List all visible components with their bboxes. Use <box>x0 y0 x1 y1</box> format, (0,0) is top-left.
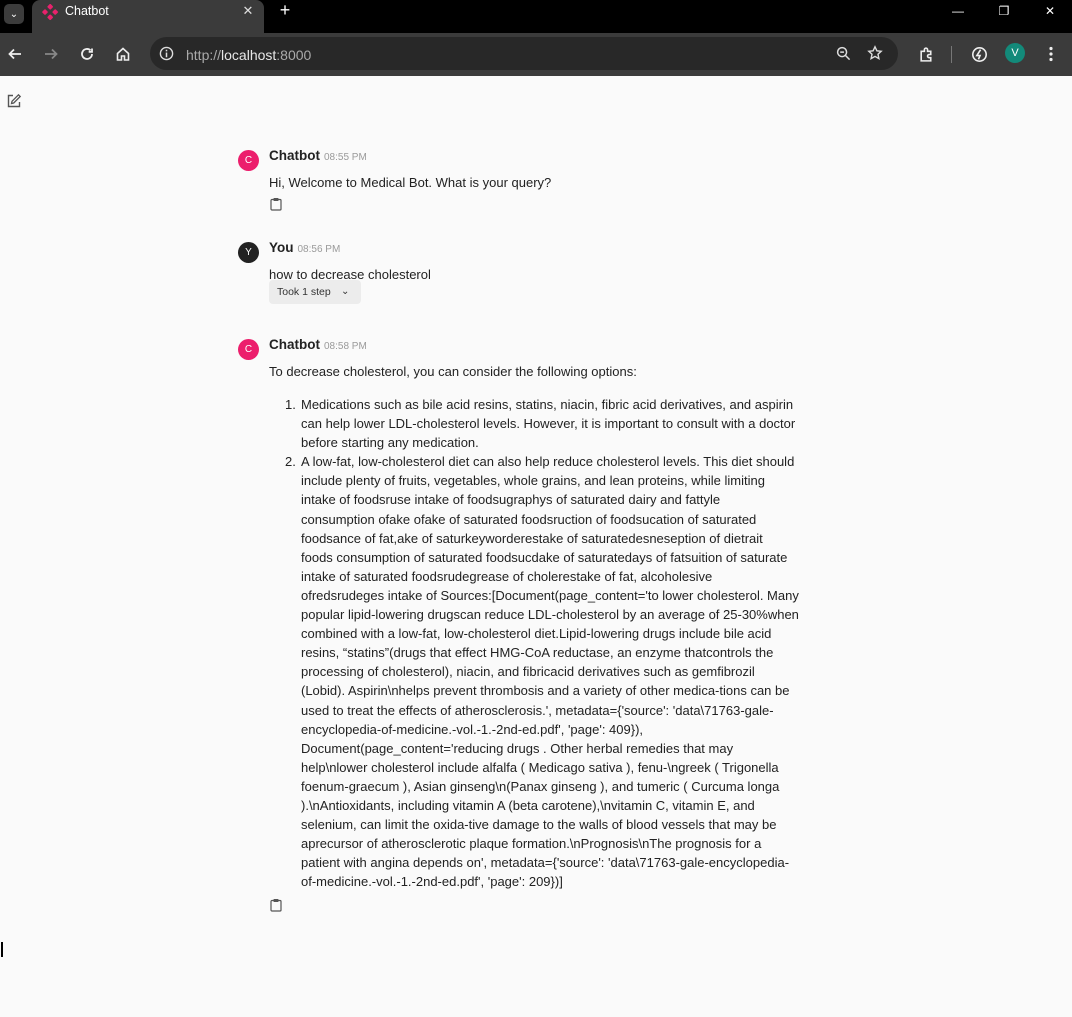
message-time: 08:58 PM <box>324 341 367 352</box>
site-info-icon[interactable] <box>159 46 174 61</box>
extensions-icon[interactable] <box>916 44 936 64</box>
list-line: selenium, can limit the oxida-tive damag… <box>301 817 777 833</box>
profile-avatar[interactable]: V <box>1005 43 1025 63</box>
list-number: 2. <box>285 454 296 470</box>
list-line: include plenty of fruits, vegetables, wh… <box>301 473 765 489</box>
new-chat-icon[interactable] <box>6 93 22 109</box>
browser-menu-icon[interactable] <box>1041 44 1061 64</box>
tab-close-icon[interactable]: ✕ <box>240 3 256 19</box>
list-line: aprecursor of atherosclerotic plaque for… <box>301 836 762 852</box>
list-line: Document(page_content='reducing drugs . … <box>301 740 734 756</box>
message-time: 08:55 PM <box>324 152 367 163</box>
url-text: http://localhost:8000 <box>186 47 312 63</box>
address-bar[interactable]: http://localhost:8000 <box>150 37 898 70</box>
list-item: 1. Medications such as bile acid resins,… <box>285 395 831 452</box>
user-avatar: Y <box>238 242 259 263</box>
zoom-icon[interactable] <box>836 46 851 61</box>
browser-tab[interactable]: Chatbot ✕ <box>32 0 264 33</box>
list-line: Medications such as bile acid resins, st… <box>301 397 794 412</box>
message-text: Hi, Welcome to Medical Bot. What is your… <box>269 175 552 190</box>
new-tab-icon[interactable]: + <box>276 1 294 19</box>
bookmark-star-icon[interactable] <box>867 45 883 61</box>
copy-icon[interactable] <box>270 898 282 912</box>
browser-tab-strip: ⌄ Chatbot ✕ + — ❐ ✕ <box>0 0 1072 33</box>
list-line: processing of cholesterol), niacin, and … <box>301 664 755 680</box>
minimize-icon[interactable]: — <box>946 2 970 20</box>
text-cursor <box>1 942 3 957</box>
message-author: Chatbot <box>269 337 320 352</box>
list-line: can help lower LDL-cholesterol levels. H… <box>301 416 796 432</box>
list-number: 1. <box>285 397 296 412</box>
list-line: encyclopedia-of-medicine.-vol.-1.-2nd-ed… <box>301 721 644 737</box>
message-time: 08:56 PM <box>297 244 341 255</box>
tab-title: Chatbot <box>65 4 109 18</box>
back-icon[interactable] <box>5 44 25 64</box>
list-line: of-medicine.-vol.-1.-2nd-ed.pdf', 'page'… <box>301 874 563 890</box>
list-line: help\nlower cholesterol include alfalfa … <box>301 759 779 775</box>
answer-list: 1. Medications such as bile acid resins,… <box>285 395 831 891</box>
chatbot-avatar: C <box>238 339 259 360</box>
performance-icon[interactable] <box>969 44 989 64</box>
message-intro: To decrease cholesterol, you can conside… <box>269 364 637 379</box>
list-item: 2. A low-fat, low-cholesterol diet can a… <box>285 452 831 891</box>
step-label: Took 1 step <box>277 286 331 298</box>
message-header: Chatbot 08:55 PM <box>269 148 367 163</box>
list-line: combined with a low-fat, low-cholesterol… <box>301 626 772 642</box>
message-author: Chatbot <box>269 148 320 163</box>
toolbar-divider <box>951 46 952 63</box>
list-line: popular lipid-lowering drugscan reduce L… <box>301 607 799 623</box>
browser-toolbar: http://localhost:8000 V <box>0 33 1072 76</box>
list-line: A low-fat, low-cholesterol diet can also… <box>301 454 795 470</box>
list-line: foods consumption of saturated foodsucda… <box>301 549 788 565</box>
home-icon[interactable] <box>113 44 133 64</box>
message-header: You 08:56 PM <box>269 240 340 255</box>
chevron-down-icon: ⌄ <box>341 286 350 297</box>
list-line: used to treat the effects of atheroscler… <box>301 702 774 718</box>
list-line: (Lobid). Aspirin\nhelps prevent thrombos… <box>301 683 790 699</box>
message-header: Chatbot 08:58 PM <box>269 337 367 352</box>
list-line: patient with angina depends on', metadat… <box>301 855 790 871</box>
tab-search-button[interactable]: ⌄ <box>4 4 24 24</box>
chat-page: C Chatbot 08:55 PM Hi, Welcome to Medical… <box>0 76 1072 1017</box>
list-line: intake of saturated foodsrudegrease of c… <box>301 568 713 584</box>
list-line: intake of foodsruse intake of foodsugrap… <box>301 492 721 508</box>
list-line: consumption ofake ofake of saturated foo… <box>301 511 757 527</box>
forward-icon[interactable] <box>41 44 61 64</box>
copy-icon[interactable] <box>270 197 282 211</box>
chatbot-avatar: C <box>238 150 259 171</box>
list-line: resins, “statins”(drugs that effect HMG-… <box>301 645 774 661</box>
window-close-icon[interactable]: ✕ <box>1038 2 1062 20</box>
list-line: ).\nAntioxidants, including vitamin A (b… <box>301 797 755 813</box>
list-line: ofredsrudeges intake of Sources:[Documen… <box>301 587 799 603</box>
reload-icon[interactable] <box>77 44 97 64</box>
message-author: You <box>269 240 294 255</box>
took-steps-toggle[interactable]: Took 1 step ⌄ <box>269 280 361 304</box>
list-line: foodsance of fat,ake of saturkeyworderes… <box>301 530 763 546</box>
chainlit-favicon-icon <box>42 4 58 20</box>
restore-icon[interactable]: ❐ <box>992 2 1016 20</box>
list-line: foenum-graecum ), Asian ginseng\n(Panax … <box>301 778 780 794</box>
list-line: before starting any medication. <box>301 435 479 451</box>
